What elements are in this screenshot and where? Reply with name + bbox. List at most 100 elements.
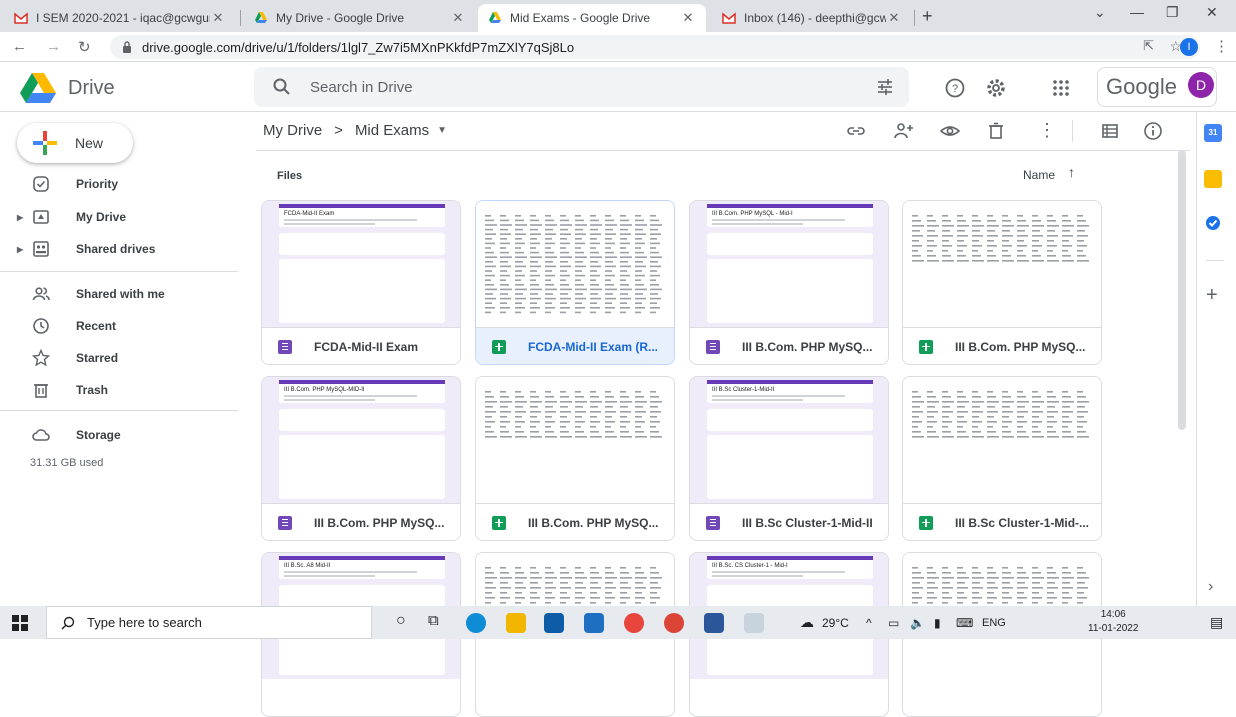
- word-icon[interactable]: [704, 613, 724, 633]
- file-explorer-icon[interactable]: [506, 613, 526, 633]
- account-avatar[interactable]: D: [1188, 72, 1214, 98]
- file-card[interactable]: III B.Com. PHP MySQL - Mid-I III B.Com. P…: [689, 200, 889, 365]
- sidebar-item-shared-drives[interactable]: ▶ Shared drives: [0, 233, 240, 265]
- cortana-icon[interactable]: ○: [396, 612, 406, 630]
- browser-tab-mid-exams[interactable]: Mid Exams - Google Drive ✕: [478, 4, 706, 32]
- get-link-icon[interactable]: [846, 121, 866, 141]
- file-card[interactable]: III B.Com. PHP MySQ...: [902, 200, 1102, 365]
- search-bar[interactable]: Search in Drive: [254, 67, 909, 107]
- apps-grid-icon[interactable]: [1050, 77, 1072, 99]
- sidebar-item-my-drive[interactable]: ▶ My Drive: [0, 201, 240, 233]
- notifications-icon[interactable]: ▤: [1210, 614, 1223, 631]
- cell-text: [987, 567, 993, 569]
- breadcrumb-my-drive[interactable]: My Drive: [263, 122, 322, 139]
- file-card-footer[interactable]: III B.Com. PHP MySQ...: [262, 503, 460, 540]
- vertical-scrollbar[interactable]: [1178, 150, 1186, 430]
- sidebar-item-recent[interactable]: Recent: [0, 310, 240, 342]
- help-icon[interactable]: ?: [944, 77, 966, 99]
- file-card[interactable]: III B.Sc Cluster-1-Mid-II III B.Sc Cluste…: [689, 376, 889, 541]
- file-card-footer[interactable]: FCDA-Mid-II Exam (R...: [476, 327, 674, 364]
- forward-arrow-icon[interactable]: →: [46, 38, 61, 55]
- reload-icon[interactable]: ↻: [78, 38, 91, 56]
- browser-tab-iqac[interactable]: I SEM 2020-2021 - iqac@gcwgun ✕: [4, 4, 236, 32]
- windows-start-icon[interactable]: [12, 615, 28, 631]
- new-button[interactable]: New: [17, 123, 133, 163]
- sidebar-item-trash[interactable]: Trash: [0, 374, 240, 406]
- browser-tab-my-drive[interactable]: My Drive - Google Drive ✕: [244, 4, 476, 32]
- settings-gear-icon[interactable]: [985, 77, 1007, 99]
- search-icon[interactable]: [272, 77, 292, 97]
- file-card-footer[interactable]: III B.Sc Cluster-1-Mid-II: [690, 503, 888, 540]
- taskbar-search-input[interactable]: Type here to search: [87, 615, 202, 630]
- store-icon[interactable]: [544, 613, 564, 633]
- remove-trash-icon[interactable]: [986, 121, 1006, 141]
- weather-temperature[interactable]: 29°C: [822, 616, 849, 630]
- close-icon[interactable]: ✕: [680, 10, 696, 26]
- task-view-icon[interactable]: ⧉: [428, 612, 439, 629]
- chrome-profile-icon[interactable]: [664, 613, 684, 633]
- sidebar-item-shared-with-me[interactable]: Shared with me: [0, 278, 240, 310]
- chrome-icon[interactable]: [624, 613, 644, 633]
- file-card-footer[interactable]: III B.Sc Cluster-1-Mid-...: [903, 503, 1101, 540]
- new-tab-button[interactable]: +: [922, 6, 933, 27]
- cell-text: [620, 307, 630, 309]
- mail-icon[interactable]: [584, 613, 604, 633]
- tab-search-icon[interactable]: ⌄: [1094, 4, 1106, 21]
- file-card[interactable]: FCDA-Mid-II Exam FCDA-Mid-II Exam: [261, 200, 461, 365]
- clock[interactable]: 14:06 11-01-2022: [1088, 608, 1138, 636]
- sidebar-item-priority[interactable]: Priority: [0, 168, 240, 200]
- more-actions-icon[interactable]: ⋮: [1038, 120, 1056, 141]
- minimize-button[interactable]: —: [1130, 4, 1144, 20]
- tasks-icon[interactable]: [1204, 214, 1222, 232]
- list-view-icon[interactable]: [1100, 121, 1120, 141]
- taskbar-search-box[interactable]: Type here to search: [46, 606, 372, 639]
- show-side-panel-chevron-icon[interactable]: ›: [1208, 578, 1213, 596]
- share-person-icon[interactable]: [893, 121, 915, 141]
- search-input[interactable]: Search in Drive: [310, 79, 413, 96]
- file-card-footer[interactable]: FCDA-Mid-II Exam: [262, 327, 460, 364]
- close-icon[interactable]: ✕: [210, 10, 226, 26]
- file-card[interactable]: III B.Com. PHP MySQ...: [475, 376, 675, 541]
- battery-icon[interactable]: ▮: [934, 616, 941, 630]
- restore-button[interactable]: ❐: [1166, 4, 1179, 21]
- expand-arrow-icon[interactable]: ▶: [17, 213, 23, 222]
- sort-direction-arrow-icon[interactable]: ↑: [1068, 164, 1075, 180]
- search-options-icon[interactable]: [875, 77, 895, 97]
- file-card-footer[interactable]: III B.Com. PHP MySQ...: [476, 503, 674, 540]
- back-arrow-icon[interactable]: ←: [12, 38, 27, 55]
- get-addons-plus-icon[interactable]: +: [1206, 284, 1218, 307]
- cell-text: [1047, 411, 1058, 413]
- file-card[interactable]: III B.Com. PHP MySQL-MID-II III B.Com. PH…: [261, 376, 461, 541]
- cell-text: [650, 396, 659, 398]
- keep-icon[interactable]: [1204, 170, 1222, 188]
- dropdown-arrow-icon[interactable]: ▼: [437, 125, 447, 136]
- file-card-footer[interactable]: III B.Com. PHP MySQ...: [690, 327, 888, 364]
- preview-eye-icon[interactable]: [940, 121, 960, 141]
- paint-icon[interactable]: [744, 613, 764, 633]
- browser-profile-avatar[interactable]: I: [1180, 38, 1198, 56]
- breadcrumb-current-folder[interactable]: Mid Exams: [355, 122, 429, 139]
- language-indicator[interactable]: ENG: [982, 617, 1006, 629]
- file-card[interactable]: III B.Sc Cluster-1-Mid-...: [902, 376, 1102, 541]
- browser-menu-icon[interactable]: ⋮: [1214, 37, 1229, 55]
- sort-by-name[interactable]: Name: [1023, 168, 1055, 182]
- sidebar-item-storage[interactable]: Storage: [0, 419, 240, 451]
- close-icon[interactable]: ✕: [886, 10, 902, 26]
- input-method-icon[interactable]: ⌨: [956, 616, 973, 630]
- network-icon[interactable]: ▭: [888, 616, 899, 630]
- sidebar-item-starred[interactable]: Starred: [0, 342, 240, 374]
- tray-overflow-icon[interactable]: ^: [866, 616, 872, 630]
- volume-icon[interactable]: 🔈: [910, 616, 925, 630]
- drive-logo-icon[interactable]: [20, 73, 56, 103]
- calendar-icon[interactable]: 31: [1204, 124, 1222, 142]
- file-card[interactable]: FCDA-Mid-II Exam (R...: [475, 200, 675, 365]
- file-card-footer[interactable]: III B.Com. PHP MySQ...: [903, 327, 1101, 364]
- edge-icon[interactable]: [466, 613, 486, 633]
- window-close-button[interactable]: ✕: [1206, 4, 1218, 21]
- share-icon[interactable]: ⇱: [1143, 38, 1154, 54]
- browser-tab-inbox[interactable]: Inbox (146) - deepthi@gcwguntu ✕: [712, 4, 912, 32]
- info-icon[interactable]: [1143, 121, 1163, 141]
- close-icon[interactable]: ✕: [450, 10, 466, 26]
- address-bar[interactable]: drive.google.com/drive/u/1/folders/1lgl7…: [110, 35, 1200, 59]
- expand-arrow-icon[interactable]: ▶: [17, 245, 23, 254]
